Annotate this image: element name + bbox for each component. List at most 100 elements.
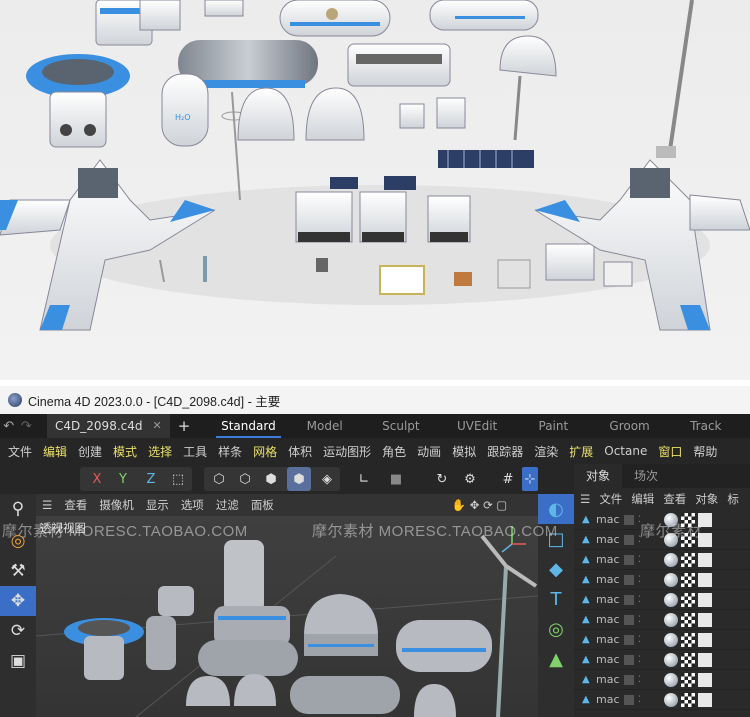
object-row[interactable]: ▲ mac ⁚	[574, 550, 750, 570]
visibility-toggle[interactable]: ⁚	[638, 675, 646, 685]
texture-tag-icon[interactable]	[681, 672, 695, 687]
texture-tag-icon[interactable]	[681, 592, 695, 607]
texture-tag-icon[interactable]	[681, 552, 695, 567]
y-axis-toggle[interactable]: Y	[114, 467, 132, 491]
menu-animate[interactable]: 动画	[417, 443, 441, 460]
snap-icon[interactable]: ∟	[352, 467, 376, 491]
visibility-toggle[interactable]: ⁚	[638, 555, 646, 565]
visibility-toggle[interactable]: ⁚	[638, 575, 646, 585]
texture-tag-icon[interactable]	[681, 572, 695, 587]
object-row[interactable]: ▲ mac ⁚	[574, 610, 750, 630]
menu-window[interactable]: 窗口	[658, 443, 682, 460]
material-tag-icon[interactable]	[664, 612, 678, 627]
object-menu-edit[interactable]: 编辑	[631, 491, 654, 507]
menu-character[interactable]: 角色	[382, 443, 406, 460]
object-row[interactable]: ▲ mac ⁚	[574, 570, 750, 590]
viewport-menu-panel[interactable]: 面板	[251, 497, 274, 513]
menu-tracker[interactable]: 跟踪器	[487, 443, 523, 460]
material-tag-icon[interactable]	[664, 552, 678, 567]
viewport-menu-filter[interactable]: 过滤	[216, 497, 239, 513]
scale-tool-icon[interactable]: ▣	[0, 646, 36, 676]
layer-toggle[interactable]	[624, 654, 634, 665]
layout-tab-track[interactable]: Track	[674, 414, 738, 438]
menu-octane[interactable]: Octane	[604, 444, 647, 458]
close-tab-icon[interactable]: ✕	[153, 414, 162, 438]
object-row[interactable]: ▲ mac ⁚	[574, 690, 750, 710]
tweak-icon[interactable]: ⚒	[0, 556, 36, 586]
phong-tag-icon[interactable]	[698, 552, 712, 567]
phong-tag-icon[interactable]	[698, 672, 712, 687]
menu-simulate[interactable]: 模拟	[452, 443, 476, 460]
menu-edit[interactable]: 编辑	[43, 443, 67, 460]
layout-tab-uvedit[interactable]: UVEdit	[445, 414, 509, 438]
render-view-icon[interactable]: ↻	[430, 467, 454, 491]
texture-tag-icon[interactable]	[681, 652, 695, 667]
object-row[interactable]: ▲ mac ⁚	[574, 630, 750, 650]
layout-tab-standard[interactable]: Standard	[216, 414, 281, 438]
x-axis-toggle[interactable]: X	[88, 467, 106, 491]
workplane-icon[interactable]: ■	[384, 467, 408, 491]
menu-extensions[interactable]: 扩展	[569, 443, 593, 460]
layer-toggle[interactable]	[624, 614, 634, 625]
visibility-toggle[interactable]: ⁚	[638, 615, 646, 625]
phong-tag-icon[interactable]	[698, 572, 712, 587]
material-tag-icon[interactable]	[664, 692, 678, 707]
visibility-toggle[interactable]: ⁚	[638, 655, 646, 665]
object-row[interactable]: ▲ mac ⁚	[574, 650, 750, 670]
layout-tab-paint[interactable]: Paint	[521, 414, 585, 438]
menu-spline[interactable]: 样条	[218, 443, 242, 460]
visibility-toggle[interactable]: ⁚	[638, 635, 646, 645]
file-tab[interactable]: C4D_2098.c4d ✕	[47, 414, 170, 438]
material-tag-icon[interactable]	[664, 592, 678, 607]
z-axis-toggle[interactable]: Z	[142, 467, 160, 491]
object-row[interactable]: ▲ mac ⁚	[574, 670, 750, 690]
layer-toggle[interactable]	[624, 674, 634, 685]
move-tool-icon[interactable]: ✥	[0, 586, 36, 616]
menu-mesh[interactable]: 网格	[253, 443, 277, 460]
tab-objects[interactable]: 对象	[574, 464, 623, 488]
object-menu-tags[interactable]: 标	[727, 491, 739, 507]
viewport-menu-view[interactable]: 查看	[64, 497, 87, 513]
tab-takes[interactable]: 场次	[622, 464, 670, 488]
viewport-menu-camera[interactable]: 摄像机	[99, 497, 134, 513]
viewport-menu-icon[interactable]: ☰	[42, 498, 52, 512]
object-menu-view[interactable]: 查看	[663, 491, 686, 507]
grid-icon[interactable]: #	[496, 467, 520, 491]
menu-select[interactable]: 选择	[148, 443, 172, 460]
viewport-navigation-icons[interactable]: ✋ ✥ ⟳ ▢	[452, 498, 507, 512]
material-tag-icon[interactable]	[664, 572, 678, 587]
model-mode-icon[interactable]: ⬢	[287, 467, 311, 491]
cube-icon[interactable]: ◆	[538, 554, 574, 584]
material-tag-icon[interactable]	[664, 672, 678, 687]
menu-mode[interactable]: 模式	[113, 443, 137, 460]
subdivision-icon[interactable]: ▲	[538, 644, 574, 674]
text-icon[interactable]: T	[538, 584, 574, 614]
texture-tag-icon[interactable]	[681, 692, 695, 707]
phong-tag-icon[interactable]	[698, 612, 712, 627]
object-menu-icon[interactable]: ☰	[580, 492, 590, 506]
visibility-toggle[interactable]: ⁚	[638, 695, 646, 705]
viewport-menu-display[interactable]: 显示	[146, 497, 169, 513]
layout-tab-sculpt[interactable]: Sculpt	[369, 414, 433, 438]
layer-toggle[interactable]	[624, 634, 634, 645]
phong-tag-icon[interactable]	[698, 692, 712, 707]
undo-icon[interactable]: ↶	[0, 419, 18, 434]
layer-toggle[interactable]	[624, 574, 634, 585]
layout-tab-model[interactable]: Model	[293, 414, 357, 438]
polygons-mode-icon[interactable]: ⬢	[260, 467, 282, 491]
coordinate-system-icon[interactable]: ⬚	[168, 467, 188, 491]
texture-tag-icon[interactable]	[681, 612, 695, 627]
layer-toggle[interactable]	[624, 554, 634, 565]
edges-mode-icon[interactable]: ⬡	[234, 467, 256, 491]
texture-mode-icon[interactable]: ◈	[316, 467, 338, 491]
layer-toggle[interactable]	[624, 514, 634, 525]
visibility-toggle[interactable]: ⁚	[638, 595, 646, 605]
new-tab-icon[interactable]: +	[178, 417, 191, 435]
menu-help[interactable]: 帮助	[693, 443, 717, 460]
perspective-viewport[interactable]: 透视视图	[36, 516, 538, 717]
object-menu-object[interactable]: 对象	[695, 491, 718, 507]
rotate-tool-icon[interactable]: ⟳	[0, 616, 36, 646]
render-settings-icon[interactable]: ⚙	[458, 467, 482, 491]
material-tag-icon[interactable]	[664, 652, 678, 667]
layer-toggle[interactable]	[624, 694, 634, 705]
